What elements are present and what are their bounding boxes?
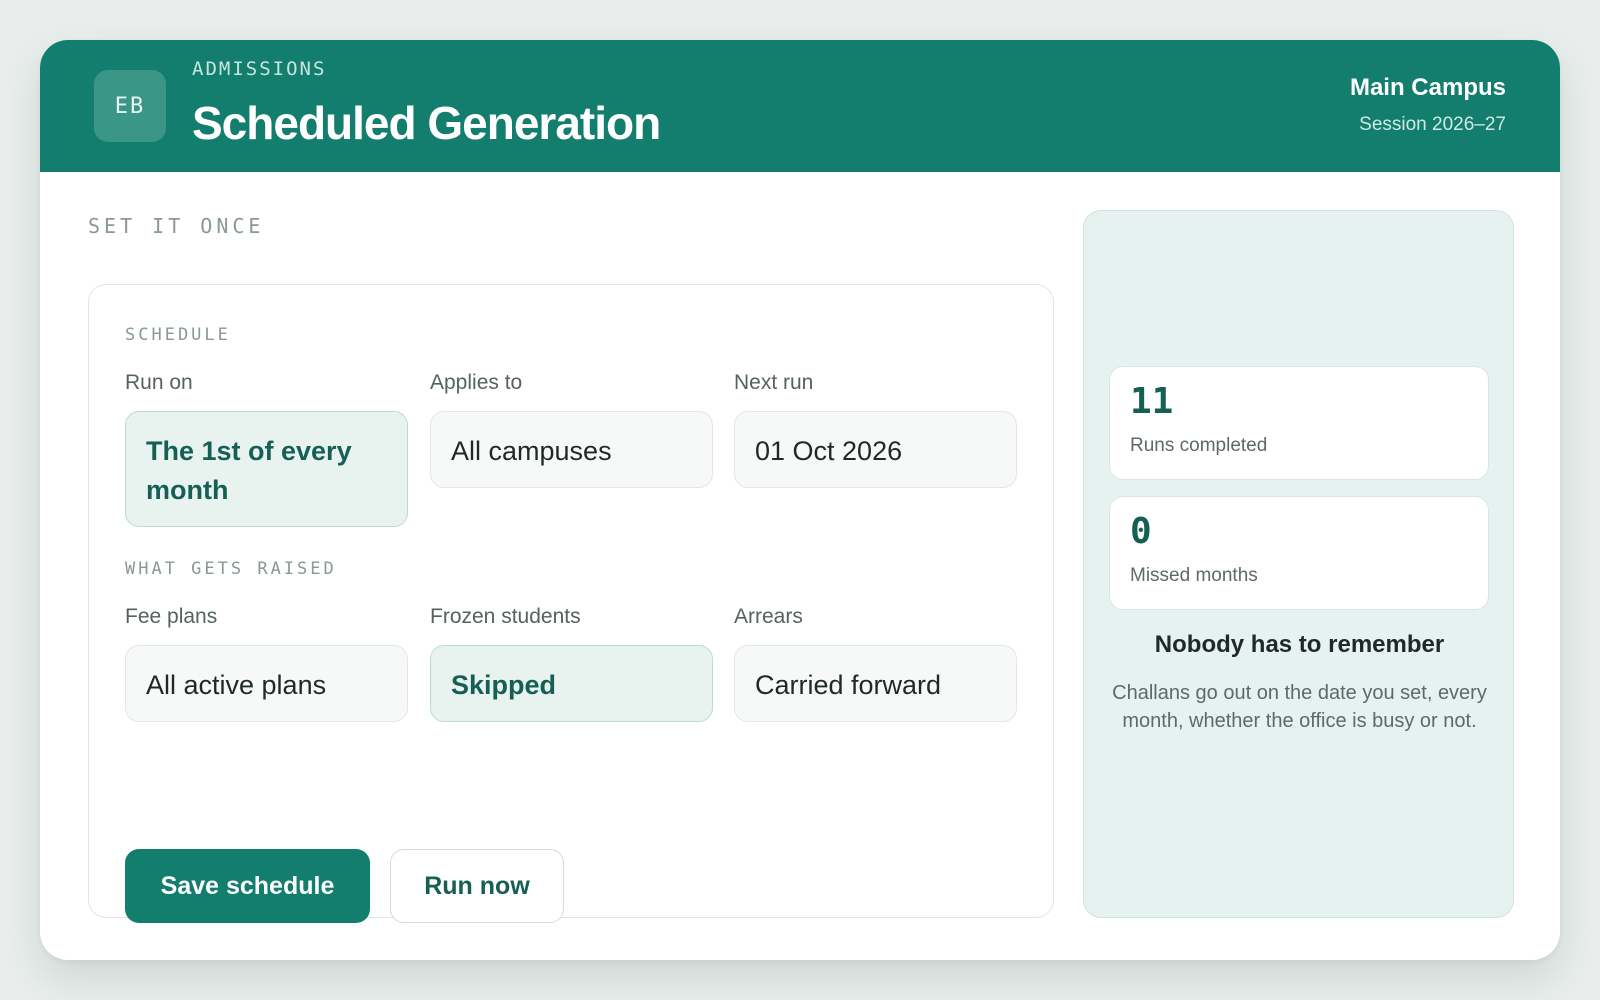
next-run-label: Next run [734,371,814,394]
raised-group-label: WHAT GETS RAISED [125,559,337,579]
fee-plans-label: Fee plans [125,605,218,628]
stat-value: 0 [1130,511,1152,552]
applies-to-label: Applies to [430,371,523,394]
fee-plans-field[interactable]: All active plans [125,645,408,722]
schedule-panel: SCHEDULE Run on The 1st of every month A… [88,284,1054,923]
page-header: EB ADMISSIONS Scheduled Generation Main … [40,40,1560,172]
next-run-field[interactable]: 01 Oct 2026 [734,411,1017,488]
frozen-students-field[interactable]: Skipped [430,645,713,722]
stat-missed-months: 0 Missed months [1109,496,1489,610]
arrears-label: Arrears [734,605,803,628]
schedule-group-label: SCHEDULE [125,325,231,345]
avatar[interactable]: EB [94,70,166,142]
applies-to-field[interactable]: All campuses [430,411,713,488]
schedule-card: EB ADMISSIONS Scheduled Generation Main … [40,40,1560,960]
summary-sidebar: 11 Runs completed 0 Missed months Nobody… [1083,210,1514,918]
stat-value: 11 [1130,381,1174,422]
run-on-field[interactable]: The 1st of every month [125,411,408,527]
run-on-label: Run on [125,371,193,394]
stat-runs-completed: 11 Runs completed [1109,366,1489,480]
module-label: ADMISSIONS [192,58,327,80]
frozen-students-label: Frozen students [430,605,581,628]
campus-info: Main Campus Session 2026–27 [1350,74,1506,136]
arrears-field[interactable]: Carried forward [734,645,1017,722]
run-now-button[interactable]: Run now [390,849,564,923]
stat-caption: Missed months [1130,565,1258,586]
sidebar-description: Challans go out on the date you set, eve… [1112,682,1487,732]
save-schedule-button[interactable]: Save schedule [125,849,370,923]
stat-caption: Runs completed [1130,435,1268,456]
page-title: Scheduled Generation [192,97,661,149]
sidebar-title: Nobody has to remember [1154,631,1445,658]
campus-name: Main Campus [1349,74,1506,101]
session-label: Session 2026–27 [1359,114,1506,135]
section-eyebrow: SET IT ONCE [88,214,265,238]
